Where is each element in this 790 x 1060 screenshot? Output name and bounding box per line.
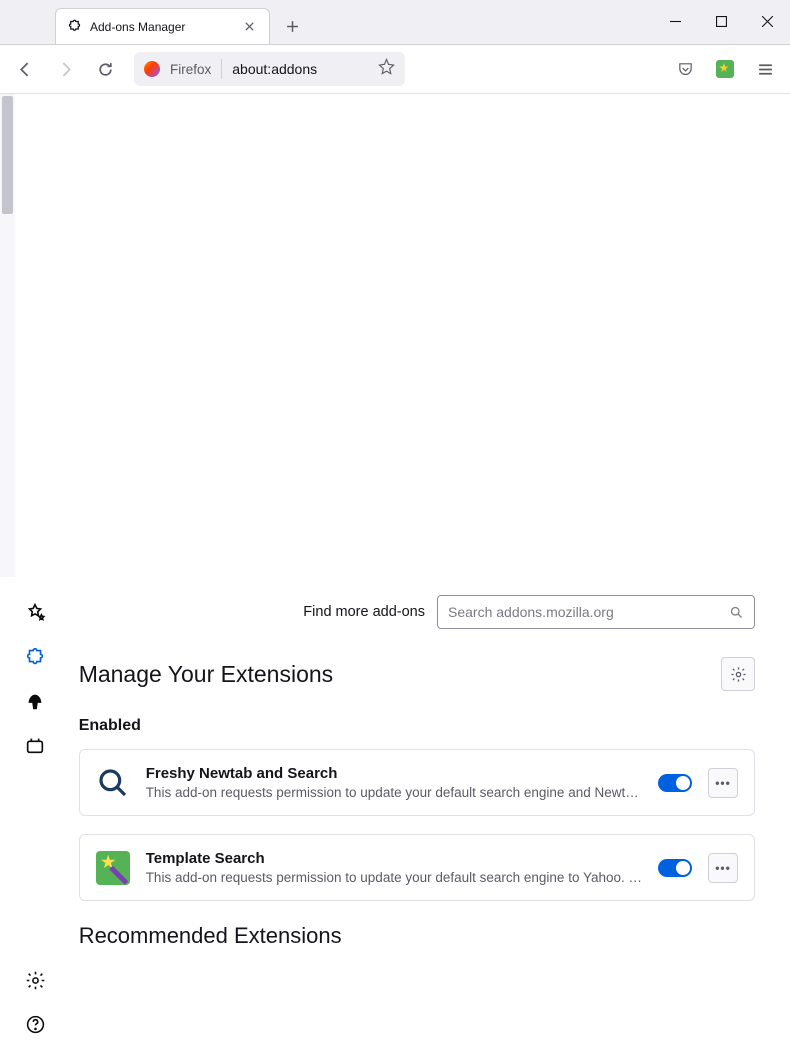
extension-toggle[interactable] (658, 859, 692, 877)
wand-star-icon (96, 851, 130, 885)
window-titlebar: Add-ons Manager (0, 0, 790, 45)
pocket-button[interactable] (668, 52, 702, 86)
forward-button[interactable] (48, 52, 82, 86)
tools-gear-button[interactable] (721, 657, 755, 691)
extension-description: This add-on requests permission to updat… (146, 785, 642, 800)
extension-name: Template Search (146, 850, 642, 867)
navigation-toolbar: Firefox about:addons (0, 45, 790, 94)
extension-more-button[interactable]: ••• (708, 853, 738, 883)
gear-icon (730, 666, 747, 683)
sidebar-settings[interactable] (17, 962, 53, 998)
star-extension-icon (716, 60, 734, 78)
sidebar-help[interactable] (17, 1006, 53, 1042)
url-bar[interactable]: Firefox about:addons (134, 52, 405, 86)
extension-button[interactable] (708, 52, 742, 86)
sidebar-themes[interactable] (17, 683, 53, 719)
new-tab-button[interactable] (276, 10, 308, 42)
recommended-heading: Recommended Extensions (79, 923, 755, 949)
magnifier-icon (96, 766, 130, 800)
identity-label: Firefox (170, 62, 211, 77)
find-addons-label: Find more add-ons (303, 604, 425, 620)
tab-close-button[interactable] (239, 17, 259, 37)
back-button[interactable] (8, 52, 42, 86)
addon-search-box[interactable] (437, 595, 755, 629)
sidebar-recommendations[interactable] (17, 595, 53, 631)
browser-tab[interactable]: Add-ons Manager (55, 8, 270, 44)
extension-name: Freshy Newtab and Search (146, 765, 642, 782)
extension-card[interactable]: Freshy Newtab and Search This add-on req… (79, 749, 755, 816)
sidebar (0, 577, 71, 1060)
enabled-section-heading: Enabled (79, 717, 755, 735)
firefox-icon (144, 61, 160, 77)
extension-toggle[interactable] (658, 774, 692, 792)
main-panel: Find more add-ons Manage Your Extensions… (71, 577, 775, 1060)
app-menu-button[interactable] (748, 52, 782, 86)
extension-description: This add-on requests permission to updat… (146, 870, 642, 885)
sidebar-plugins[interactable] (17, 727, 53, 763)
url-text: about:addons (232, 61, 368, 77)
search-icon (729, 605, 744, 620)
tab-title: Add-ons Manager (90, 20, 239, 34)
page-title: Manage Your Extensions (79, 661, 721, 688)
puzzle-icon (66, 19, 82, 35)
scrollbar-thumb[interactable] (2, 96, 13, 214)
addon-search-input[interactable] (448, 604, 729, 620)
sidebar-extensions[interactable] (17, 639, 53, 675)
window-minimize-button[interactable] (652, 0, 698, 44)
window-close-button[interactable] (744, 0, 790, 44)
extension-more-button[interactable]: ••• (708, 768, 738, 798)
scrollbar[interactable] (0, 94, 15, 577)
bookmark-star-icon[interactable] (378, 58, 395, 80)
extension-card[interactable]: Template Search This add-on requests per… (79, 834, 755, 901)
reload-button[interactable] (88, 52, 122, 86)
window-maximize-button[interactable] (698, 0, 744, 44)
